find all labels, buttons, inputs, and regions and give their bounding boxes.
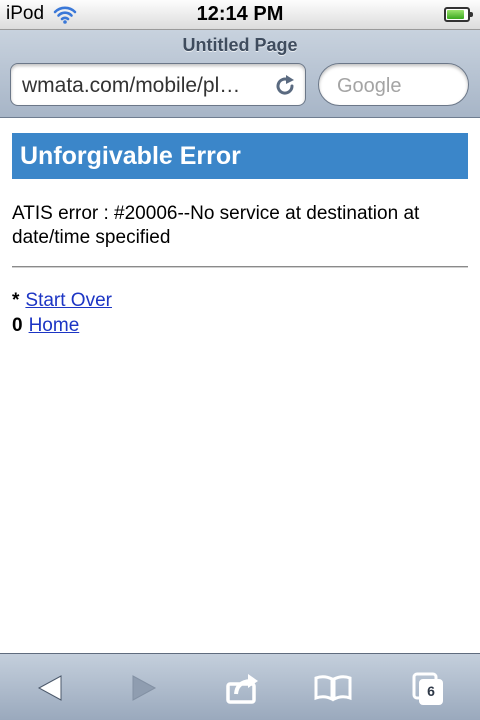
access-key: 0 (12, 315, 23, 336)
browser-toolbar: 6 (0, 653, 480, 720)
bookmarks-button[interactable] (313, 668, 353, 708)
pages-button[interactable]: 6 (408, 668, 448, 708)
start-over-link[interactable]: Start Over (25, 290, 112, 311)
url-text[interactable]: wmata.com/mobile/pl… (22, 74, 268, 98)
ipod-screen: iPod 12:14 PM Untitled Page wmata.com/mo… (0, 0, 480, 720)
divider (12, 266, 468, 268)
link-row-start-over: * Start Over (12, 290, 112, 312)
browser-chrome: Untitled Page wmata.com/mobile/pl… Googl… (0, 30, 480, 118)
reload-icon[interactable] (273, 74, 297, 98)
error-header: Unforgivable Error (12, 133, 468, 179)
page-title: Untitled Page (182, 35, 298, 55)
error-title: Unforgivable Error (20, 142, 241, 170)
forward-icon[interactable] (124, 668, 164, 708)
pages-count[interactable]: 6 (421, 682, 441, 700)
url-field[interactable]: wmata.com/mobile/pl… (10, 63, 306, 106)
page-content: Unforgivable Error ATIS error : #20006--… (0, 119, 480, 653)
bookmarks-icon[interactable] (313, 668, 353, 708)
battery-icon (444, 7, 473, 22)
back-button[interactable] (30, 668, 70, 708)
status-time: 12:14 PM (196, 3, 284, 25)
home-link[interactable]: Home (29, 315, 80, 336)
status-bar: iPod 12:14 PM (0, 0, 480, 30)
forward-button[interactable] (124, 668, 164, 708)
access-key: * (12, 290, 20, 311)
share-button[interactable] (222, 668, 262, 708)
link-row-home: 0 Home (12, 315, 79, 337)
battery-level (447, 10, 464, 19)
search-field[interactable]: Google (318, 63, 469, 106)
share-icon[interactable] (222, 668, 262, 708)
error-message: ATIS error : #20006--No service at desti… (12, 203, 420, 248)
search-placeholder[interactable]: Google (337, 75, 402, 98)
back-icon[interactable] (30, 668, 70, 708)
